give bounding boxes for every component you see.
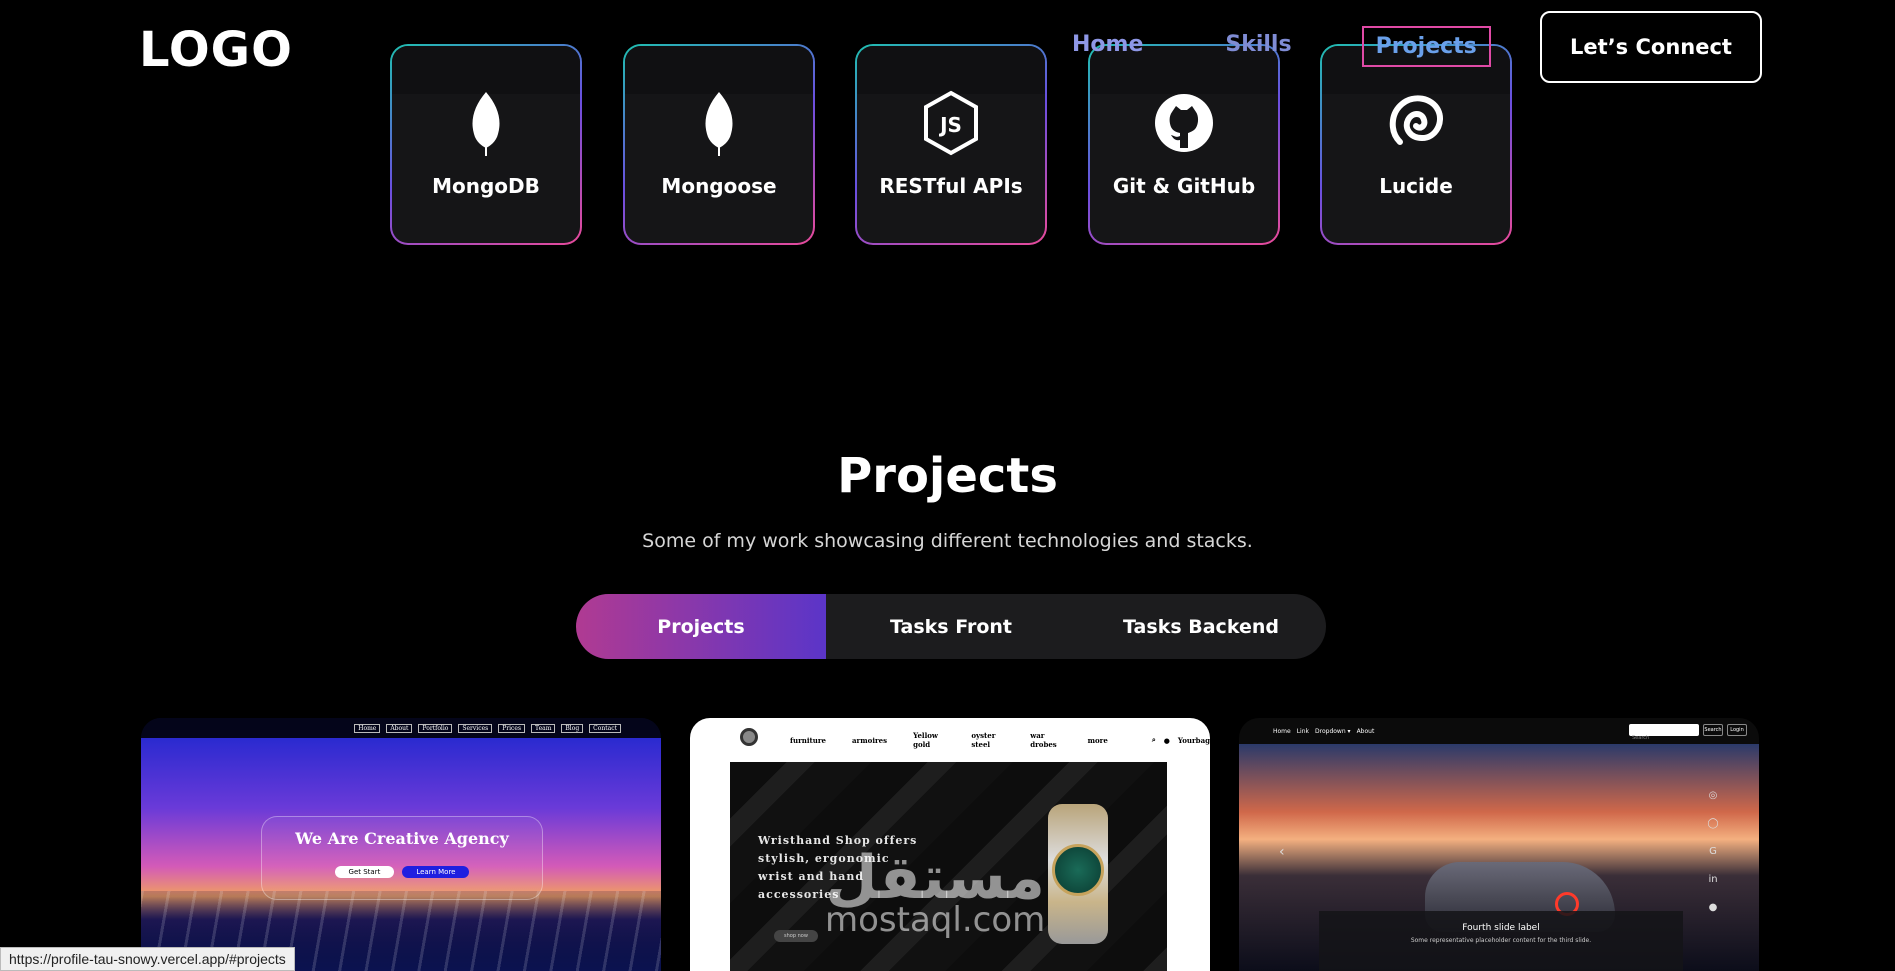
nav-link: Yellow gold <box>913 731 938 749</box>
watermark-arabic: مستقل <box>825 843 1045 913</box>
learn-more-button: Learn More <box>402 866 470 878</box>
slide-description: Some representative placeholder content … <box>1410 937 1592 944</box>
lets-connect-button[interactable]: Let’s Connect <box>1540 11 1762 83</box>
chevron-left-icon: ‹ <box>1279 844 1285 860</box>
nav-link: Dropdown ▾ <box>1315 727 1351 735</box>
section-subtitle: Some of my work showcasing different tec… <box>642 530 1253 552</box>
skill-label: MongoDB <box>432 174 540 198</box>
tab-projects[interactable]: Projects <box>576 594 826 659</box>
slide-title: Fourth slide label <box>1462 923 1540 933</box>
github-icon: ● <box>1708 902 1718 913</box>
search-icon: ⌕ <box>1151 735 1156 744</box>
nav-link: Link <box>1296 727 1310 735</box>
watermark: مستقل mostaql.com <box>825 848 1045 938</box>
nav-link: more <box>1087 735 1108 745</box>
nav-link: war drobes <box>1030 731 1057 749</box>
watch-image <box>1048 804 1108 944</box>
slide-caption: Fourth slide label Some representative p… <box>1319 911 1683 971</box>
hero-card: We Are Creative Agency Get Start Learn M… <box>261 816 543 900</box>
logo[interactable]: LOGO <box>139 22 293 78</box>
nav-link: Prices <box>498 723 526 733</box>
nav-skills[interactable]: Skills <box>1213 26 1303 67</box>
nav-link: About <box>1356 727 1375 735</box>
project-navbar: furniture armoires Yellow gold oyster st… <box>690 718 1210 762</box>
get-start-button: Get Start <box>334 866 395 878</box>
skill-label: Git & GitHub <box>1112 174 1256 198</box>
nav-link: Home <box>354 723 381 733</box>
leaf-icon <box>472 92 500 156</box>
hero-text <box>262 854 542 860</box>
skill-card-mongoose: Mongoose <box>623 44 815 245</box>
nav-link: About <box>386 723 413 733</box>
hero-heading: We Are Creative Agency <box>295 829 509 848</box>
skill-label: RESTful APIs <box>879 174 1023 198</box>
lucide-icon <box>1389 95 1443 145</box>
nav-link: Portfolio <box>418 723 453 733</box>
nav-link: Blog <box>561 723 584 733</box>
svg-text:JS: JS <box>938 113 962 137</box>
social-links: ◎ ◯ G in ● <box>1707 790 1719 914</box>
skill-label: Mongoose <box>661 174 777 198</box>
shop-now-button: shop now <box>774 930 818 942</box>
project-card-car-carousel[interactable]: Home Link Dropdown ▾ About Search Search… <box>1239 718 1759 971</box>
nodejs-icon: JS <box>924 90 978 156</box>
google-icon: G <box>1709 846 1717 857</box>
github-icon <box>1155 94 1213 152</box>
nav-link: Contact <box>589 723 621 733</box>
instagram-icon: ◎ <box>1708 790 1718 801</box>
nav-link: Home <box>1273 727 1291 735</box>
skill-card-restful-apis: JS RESTful APIs <box>855 44 1047 245</box>
watermark-latin: mostaql.com <box>825 900 1046 940</box>
nav-link: oyster steel <box>971 731 996 749</box>
nav-link: furniture <box>790 735 827 745</box>
project-navbar: Home About Portfolio Services Prices Tea… <box>141 718 661 738</box>
status-url: https://profile-tau-snowy.vercel.app/#pr… <box>0 947 295 971</box>
nav-home[interactable]: Home <box>1060 26 1155 67</box>
nav-link: Team <box>531 723 556 733</box>
tab-tasks-front[interactable]: Tasks Front <box>826 594 1076 659</box>
nav-projects[interactable]: Projects <box>1361 26 1491 67</box>
section-title: Projects <box>837 448 1058 504</box>
nav-link: armoires <box>852 735 888 745</box>
cart-icon: Yourbag <box>1177 735 1210 745</box>
leaf-icon <box>705 92 733 156</box>
project-navbar: Home Link Dropdown ▾ About <box>1239 718 1759 744</box>
skill-card-git-github: Git & GitHub <box>1088 44 1280 245</box>
project-card-agency[interactable]: Home About Portfolio Services Prices Tea… <box>141 718 661 971</box>
skill-card-lucide: Lucide <box>1320 44 1512 245</box>
skill-label: Lucide <box>1379 174 1453 198</box>
whatsapp-icon: ◯ <box>1707 818 1719 829</box>
linkedin-icon: in <box>1708 874 1718 885</box>
skill-card-mongodb: MongoDB <box>390 44 582 245</box>
main-nav: Home Skills Projects <box>1060 26 1549 67</box>
watch-logo-icon <box>740 728 758 746</box>
tab-tasks-backend[interactable]: Tasks Backend <box>1076 594 1326 659</box>
user-icon: ● <box>1163 735 1170 745</box>
project-tabs: Projects Tasks Front Tasks Backend <box>576 594 1326 659</box>
nav-link: Services <box>458 723 493 733</box>
